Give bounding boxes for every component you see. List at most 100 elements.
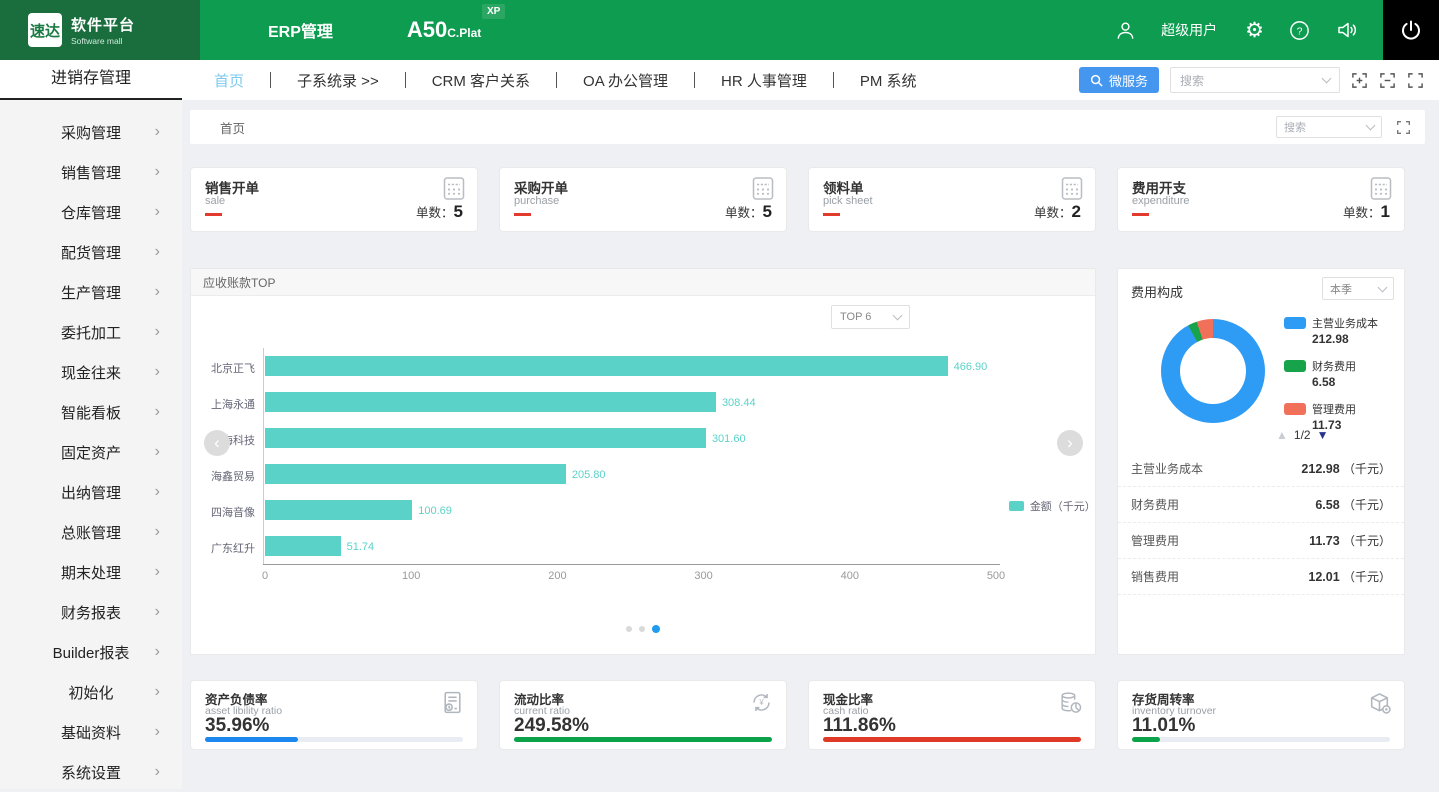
microservice-button[interactable]: 微服务	[1079, 67, 1159, 93]
fullscreen-icon[interactable]	[1407, 72, 1424, 89]
bar-row: 四海音像100.69	[191, 492, 1095, 528]
svg-text:¥: ¥	[759, 698, 764, 707]
stat-count-label: 单数：	[1034, 206, 1072, 220]
tab-search-select[interactable]: 搜索	[1276, 116, 1382, 138]
sidebar-item-label: 现金往来	[61, 362, 121, 383]
pie-title: 费用构成	[1131, 282, 1183, 301]
bar-value-label: 308.44	[722, 397, 756, 409]
sidebar-item-label: Builder报表	[53, 642, 130, 663]
expand-icon[interactable]	[1396, 120, 1411, 135]
sidebar-item[interactable]: 采购管理›	[0, 112, 182, 152]
carousel-next-button[interactable]: ›	[1057, 430, 1083, 456]
bar[interactable]	[265, 500, 412, 520]
zoom-in-icon[interactable]	[1351, 72, 1368, 89]
stat-card[interactable]: 销售开单sale单数：5	[190, 167, 478, 232]
stat-card-title: 费用开支	[1132, 177, 1186, 197]
help-icon[interactable]: ?	[1288, 19, 1311, 42]
sidebar-item[interactable]: 智能看板›	[0, 392, 182, 432]
kpi-card[interactable]: 存货周转率inventory turnover11.01%	[1117, 680, 1405, 750]
sidebar-title[interactable]: 进销存管理	[0, 60, 182, 100]
kpi-card[interactable]: 资产负债率asset libility ratio35.96%	[190, 680, 478, 750]
sidebar-item[interactable]: 销售管理›	[0, 152, 182, 192]
bar[interactable]	[265, 392, 716, 412]
expense-row: 财务费用 6.58 （千元）	[1118, 487, 1404, 523]
nav-bar: 进销存管理 首页子系统录 >>CRM 客户关系OA 办公管理HR 人事管理PM …	[0, 60, 1439, 100]
carousel-dot[interactable]	[626, 626, 632, 632]
sidebar-item[interactable]: 出纳管理›	[0, 472, 182, 512]
bar[interactable]	[265, 428, 706, 448]
product-tab[interactable]: A50C.Plat XP	[407, 17, 481, 43]
stat-cards-row: 销售开单sale单数：5 采购开单purchase单数：5 领料单pick shee…	[190, 167, 1439, 232]
bar[interactable]	[265, 464, 566, 484]
sound-icon[interactable]	[1335, 18, 1359, 42]
sidebar-item-label: 生产管理	[61, 282, 121, 303]
chevron-right-icon: ›	[155, 644, 160, 660]
stat-card[interactable]: 领料单pick sheet单数：2	[808, 167, 1096, 232]
sidebar-item[interactable]: 生产管理›	[0, 272, 182, 312]
sidebar-item[interactable]: 现金往来›	[0, 352, 182, 392]
kpi-value: 111.86%	[823, 715, 896, 737]
sidebar-item[interactable]: 系统设置›	[0, 752, 182, 792]
username[interactable]: 超级用户	[1161, 20, 1217, 40]
top-nav-item[interactable]: HR 人事管理	[695, 70, 833, 91]
stat-count: 单数：1	[1343, 202, 1390, 222]
chevron-right-icon: ›	[155, 724, 160, 740]
kpi-value: 35.96%	[205, 715, 269, 737]
user-icon[interactable]	[1114, 19, 1137, 42]
sidebar-item[interactable]: 初始化›	[0, 672, 182, 712]
stat-card-title: 领料单	[823, 177, 864, 197]
bar-row: 上海永通308.44	[191, 384, 1095, 420]
bar[interactable]	[265, 536, 341, 556]
top-nav-item[interactable]: CRM 客户关系	[406, 70, 556, 91]
zoom-out-icon[interactable]	[1379, 72, 1396, 89]
bar[interactable]	[265, 356, 948, 376]
carousel-prev-button[interactable]: ‹	[204, 430, 230, 456]
sidebar-item[interactable]: 财务报表›	[0, 592, 182, 632]
stat-card[interactable]: 费用开支expenditure 单数：1	[1117, 167, 1405, 232]
tab-home[interactable]: 首页	[220, 118, 245, 137]
kpi-card[interactable]: 现金比率cash ratio111.86%	[808, 680, 1096, 750]
sidebar-item[interactable]: Builder报表 ›	[0, 632, 182, 672]
top-nav-item[interactable]: OA 办公管理	[557, 70, 694, 91]
top-nav-item[interactable]: PM 系统	[834, 70, 943, 91]
expense-label: 管理费用	[1131, 532, 1179, 549]
expense-label: 财务费用	[1131, 496, 1179, 513]
box-icon	[1367, 690, 1392, 720]
logo[interactable]: 速达 软件平台 Software mall	[0, 0, 200, 60]
period-select[interactable]: 本季	[1322, 277, 1394, 300]
sidebar-item-label: 智能看板	[61, 402, 121, 423]
logout-button[interactable]	[1383, 0, 1439, 60]
expense-value: 6.58 （千元）	[1315, 496, 1391, 513]
pager-down-icon[interactable]: ▼	[1317, 428, 1329, 442]
settings-icon[interactable]: ⚙	[1245, 20, 1264, 41]
sidebar-item[interactable]: 期末处理›	[0, 552, 182, 592]
sidebar-item[interactable]: 基础资料›	[0, 712, 182, 752]
svg-text:?: ?	[1297, 25, 1303, 37]
sidebar-item[interactable]: 配货管理›	[0, 232, 182, 272]
stat-card-subtitle: expenditure	[1132, 195, 1190, 207]
chevron-right-icon: ›	[155, 164, 160, 180]
tab-bar: 首页 搜索	[190, 110, 1425, 144]
stat-card[interactable]: 采购开单purchase单数：5	[499, 167, 787, 232]
stat-count-value: 2	[1072, 202, 1081, 221]
stat-count-value: 5	[454, 202, 463, 221]
x-tick-label: 0	[245, 570, 285, 582]
carousel-dot[interactable]	[639, 626, 645, 632]
erp-tab[interactable]: ERP管理	[268, 18, 333, 42]
pager-up-icon[interactable]: ▲	[1276, 428, 1288, 442]
carousel-dot[interactable]	[652, 625, 660, 633]
sidebar-item[interactable]: 委托加工›	[0, 312, 182, 352]
sidebar-item[interactable]: 仓库管理›	[0, 192, 182, 232]
sidebar-item[interactable]: 固定资产›	[0, 432, 182, 472]
stat-count: 单数：5	[725, 202, 772, 222]
kpi-card[interactable]: 流动比率current ratio¥249.58%	[499, 680, 787, 750]
sidebar-item[interactable]: 总账管理›	[0, 512, 182, 552]
stat-count-label: 单数：	[1343, 206, 1381, 220]
legend-swatch	[1009, 501, 1024, 511]
bar-legend: 金额（千元）	[1009, 498, 1095, 514]
top-nav-item[interactable]: 子系统录 >>	[271, 70, 405, 91]
top-nav-item[interactable]: 首页	[188, 70, 270, 91]
top-n-select[interactable]: TOP 6	[831, 305, 910, 329]
legend-swatch	[1284, 317, 1306, 329]
top-search-select[interactable]: 搜索	[1170, 67, 1340, 93]
